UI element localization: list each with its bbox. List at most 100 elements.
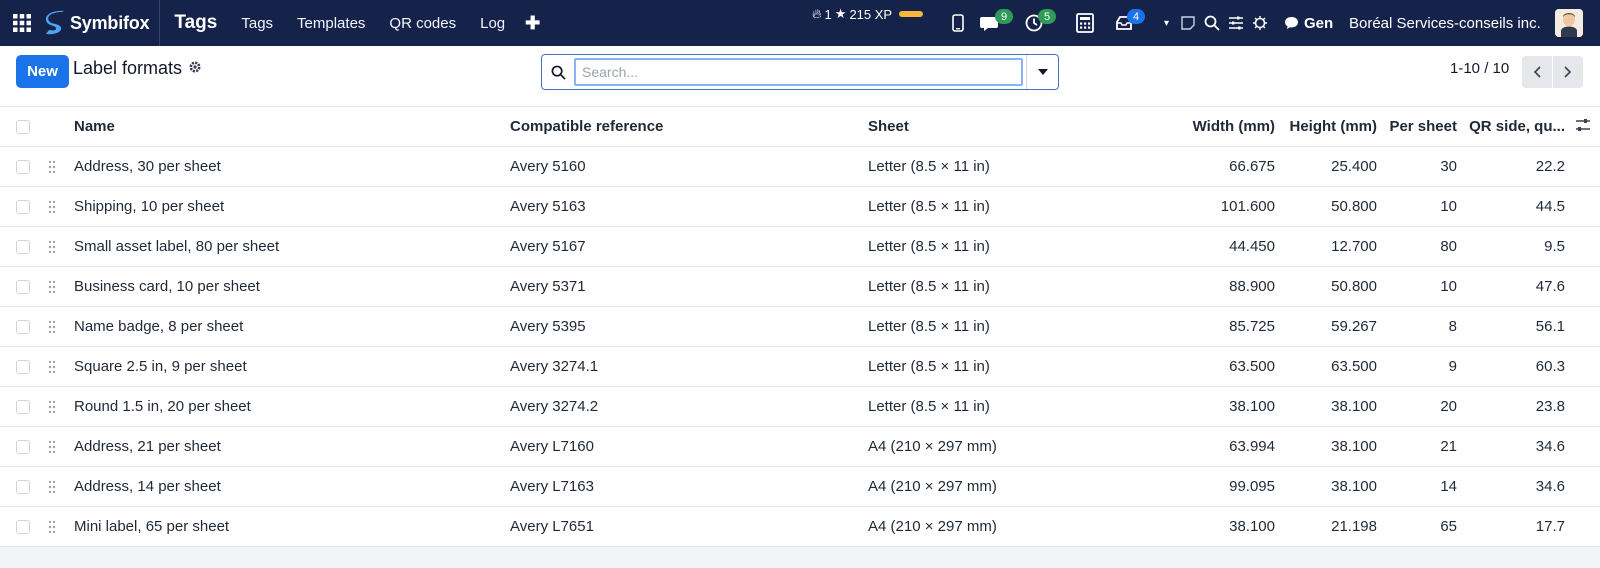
caret-down-icon[interactable]: ▾	[1164, 0, 1169, 46]
drag-handle-icon[interactable]	[48, 160, 56, 174]
column-header-per-sheet[interactable]: Per sheet	[1377, 107, 1457, 147]
search-box	[541, 54, 1059, 90]
cell-height: 38.100	[1331, 478, 1377, 495]
drag-handle-icon[interactable]	[48, 520, 56, 534]
app-title[interactable]: Tags	[160, 12, 229, 34]
menu-item-tags[interactable]: Tags	[229, 15, 285, 32]
row-checkbox[interactable]	[16, 160, 30, 175]
inbox-icon[interactable]	[1116, 0, 1132, 46]
cell-reference: Avery 5163	[510, 198, 586, 215]
new-button[interactable]: New	[16, 55, 69, 88]
mobile-icon[interactable]	[952, 0, 964, 46]
select-all-checkbox[interactable]	[16, 120, 30, 135]
drag-handle-cell	[48, 347, 74, 387]
cell-sheet: Letter (8.5 × 11 in)	[868, 238, 990, 255]
cell-reference: Avery 5167	[510, 238, 586, 255]
label-formats-table: Name Compatible reference Sheet Width (m…	[0, 106, 1600, 547]
calculator-icon[interactable]	[1076, 0, 1094, 46]
column-header-reference[interactable]: Compatible reference	[510, 107, 868, 147]
row-select-cell	[0, 507, 48, 547]
page-title: Label formats	[73, 58, 183, 78]
table-row[interactable]: Name badge, 8 per sheet Avery 5395 Letter …	[0, 307, 1600, 347]
pager-value[interactable]: 1-10 / 10	[1450, 60, 1509, 77]
company-switcher[interactable]: Boréal Services-conseils inc.	[1349, 0, 1541, 46]
cell-reference: Avery L7651	[510, 518, 594, 535]
cell-sheet: Letter (8.5 × 11 in)	[868, 198, 990, 215]
symbifox-logo-icon	[45, 10, 64, 35]
column-header-sheet[interactable]: Sheet	[868, 107, 1148, 147]
column-header-height[interactable]: Height (mm)	[1275, 107, 1378, 147]
drag-handle-icon[interactable]	[48, 400, 56, 414]
drag-handle-icon[interactable]	[48, 320, 56, 334]
cell-name: Address, 14 per sheet	[74, 478, 221, 495]
menu-item-templates[interactable]: Templates	[285, 15, 377, 32]
bug-icon[interactable]	[1252, 0, 1268, 46]
table-row[interactable]: Small asset label, 80 per sheet Avery 516…	[0, 227, 1600, 267]
table-row[interactable]: Address, 30 per sheet Avery 5160 Letter (8…	[0, 147, 1600, 187]
menu-item-log[interactable]: Log	[468, 15, 517, 32]
drag-handle-icon[interactable]	[48, 440, 56, 454]
xp-indicator[interactable]: 🔥︎ 1 ★ 215 XP	[812, 6, 924, 22]
optional-columns-toggle[interactable]	[1565, 107, 1600, 147]
cell-sheet: A4 (210 × 297 mm)	[868, 438, 997, 455]
pager-previous-button[interactable]	[1522, 56, 1552, 88]
gen-chat-button[interactable]: Gen	[1284, 0, 1333, 46]
row-spacer	[1565, 307, 1600, 347]
row-checkbox[interactable]	[16, 520, 30, 535]
drag-handle-icon[interactable]	[48, 280, 56, 294]
table-row[interactable]: Business card, 10 per sheet Avery 5371 Let…	[0, 267, 1600, 307]
column-header-name[interactable]: Name	[74, 107, 510, 147]
table-row[interactable]: Shipping, 10 per sheet Avery 5163 Letter (…	[0, 187, 1600, 227]
activities-clock-icon[interactable]	[1025, 0, 1043, 46]
note-icon[interactable]	[1180, 0, 1196, 46]
cell-sheet: Letter (8.5 × 11 in)	[868, 398, 990, 415]
column-header-width[interactable]: Width (mm)	[1148, 107, 1275, 147]
row-checkbox[interactable]	[16, 200, 30, 215]
cell-width: 38.100	[1229, 518, 1275, 535]
row-checkbox[interactable]	[16, 480, 30, 495]
row-checkbox[interactable]	[16, 240, 30, 255]
brand-name: Symbifox	[70, 12, 150, 33]
drag-handle-icon[interactable]	[48, 360, 56, 374]
brand-logo[interactable]: Symbifox	[44, 0, 161, 46]
cell-sheet: Letter (8.5 × 11 in)	[868, 358, 990, 375]
add-menu-icon[interactable]: ✚	[517, 13, 548, 34]
messages-icon[interactable]	[980, 0, 1000, 46]
row-checkbox[interactable]	[16, 440, 30, 455]
row-checkbox[interactable]	[16, 360, 30, 375]
cell-width: 38.100	[1229, 398, 1275, 415]
cell-qr-side: 22.2	[1535, 158, 1565, 175]
table-row[interactable]: Address, 21 per sheet Avery L7160 A4 (210 …	[0, 427, 1600, 467]
pager-next-button[interactable]	[1553, 56, 1583, 88]
search-input[interactable]	[574, 58, 1023, 86]
row-checkbox[interactable]	[16, 320, 30, 335]
table-row[interactable]: Mini label, 65 per sheet Avery L7651 A4 (2…	[0, 507, 1600, 547]
search-icon[interactable]	[1204, 0, 1220, 46]
xp-progress-bar	[899, 11, 924, 17]
row-checkbox[interactable]	[16, 280, 30, 295]
search-icon	[542, 65, 574, 80]
drag-handle-cell	[48, 227, 74, 267]
drag-handle-cell	[48, 507, 74, 547]
table-row[interactable]: Address, 14 per sheet Avery L7163 A4 (210 …	[0, 467, 1600, 507]
drag-handle-icon[interactable]	[48, 200, 56, 214]
cell-height: 59.267	[1331, 318, 1377, 335]
cell-reference: Avery 5395	[510, 318, 586, 335]
cell-sheet: Letter (8.5 × 11 in)	[868, 278, 990, 295]
drag-handle-icon[interactable]	[48, 480, 56, 494]
cell-name: Shipping, 10 per sheet	[74, 198, 225, 215]
table-row[interactable]: Round 1.5 in, 20 per sheet Avery 3274.2 Le…	[0, 387, 1600, 427]
column-header-qr-side[interactable]: QR side, qu...	[1457, 107, 1565, 147]
user-avatar[interactable]	[1555, 9, 1583, 37]
table-row[interactable]: Square 2.5 in, 9 per sheet Avery 3274.1 Le…	[0, 347, 1600, 387]
search-options-toggle[interactable]	[1026, 55, 1058, 89]
drag-handle-icon[interactable]	[48, 240, 56, 254]
row-checkbox[interactable]	[16, 400, 30, 415]
apps-menu-icon[interactable]	[0, 0, 44, 46]
cell-height: 50.800	[1331, 278, 1377, 295]
filters-icon[interactable]	[1228, 0, 1244, 46]
menu-item-qr-codes[interactable]: QR codes	[377, 15, 468, 32]
cell-width: 66.675	[1229, 158, 1275, 175]
gear-icon[interactable]	[188, 58, 202, 79]
cell-qr-side: 34.6	[1535, 438, 1565, 455]
